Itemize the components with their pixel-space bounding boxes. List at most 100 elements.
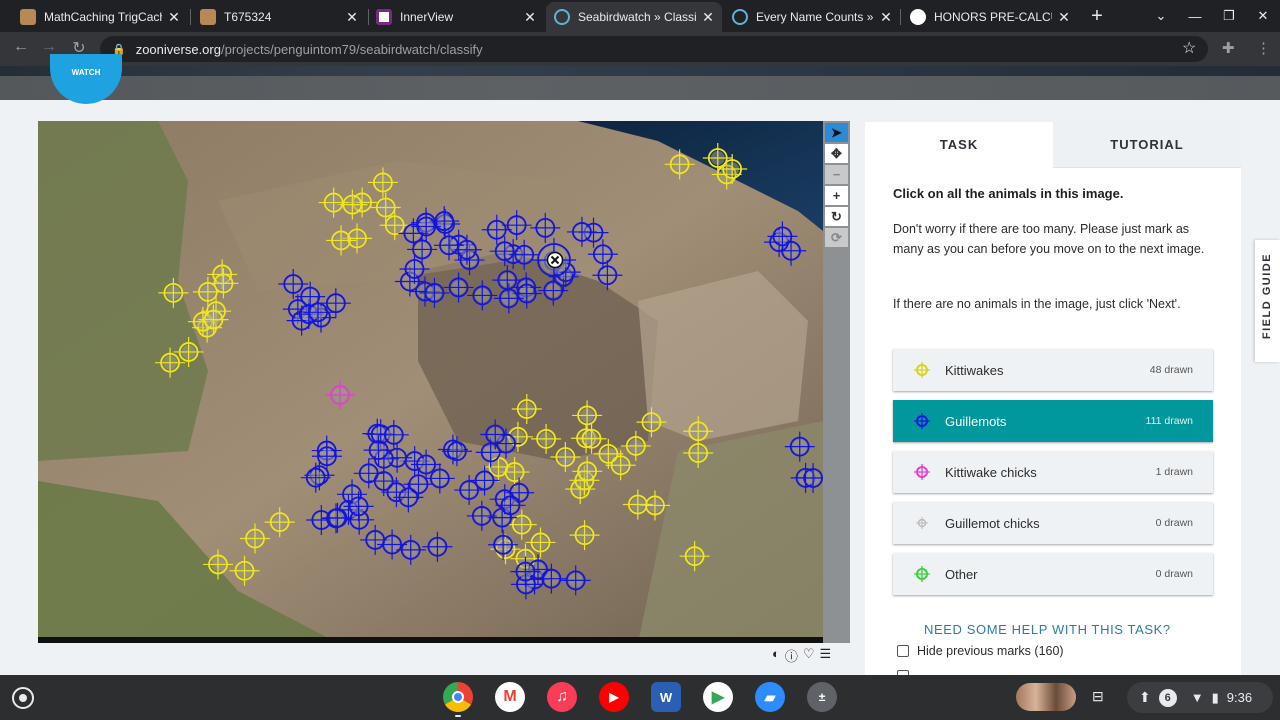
info-icon[interactable]: ⓘ xyxy=(785,646,798,665)
hide-marks-checkbox[interactable] xyxy=(897,645,909,657)
holding-space-icon[interactable]: ⊟ xyxy=(1092,688,1104,705)
task-panel: TASK TUTORIAL Click on all the animals i… xyxy=(865,122,1241,682)
browser-tab-honors-precalc[interactable]: HONORS PRE-CALCULU ✕ xyxy=(902,2,1078,32)
clock-time: 9:36 xyxy=(1226,690,1253,705)
browser-tab-seabirdwatch[interactable]: Seabirdwatch » Classif ✕ xyxy=(546,2,722,32)
back-icon[interactable]: ← xyxy=(10,38,32,56)
tab-title: T675324 xyxy=(224,10,272,24)
viewer-frame-bottom xyxy=(38,637,823,643)
cliff-photo[interactable] xyxy=(38,121,823,643)
choice-label: Guillemot chicks xyxy=(945,515,1040,531)
launcher-icon[interactable] xyxy=(12,687,34,709)
choice-kittiwakes[interactable]: Kittiwakes 48 drawn xyxy=(893,349,1213,391)
menu-icon[interactable]: ⋮ xyxy=(1256,39,1271,57)
task-tabs: TASK TUTORIAL xyxy=(865,122,1241,168)
document-favicon-icon xyxy=(200,9,216,25)
close-icon[interactable]: ✕ xyxy=(702,9,714,26)
browser-toolbar: ← → ↻ 🔒 zooniverse.org/projects/penguint… xyxy=(0,32,1280,66)
zooniverse-favicon-icon xyxy=(732,9,748,25)
gmail-icon[interactable]: M xyxy=(495,682,525,712)
new-tab-button[interactable]: + xyxy=(1086,5,1108,28)
crosshair-icon xyxy=(916,517,928,529)
choice-count: 48 drawn xyxy=(1149,364,1193,376)
word-icon[interactable]: W xyxy=(651,682,681,712)
tab-search-icon[interactable]: ⌄ xyxy=(1144,8,1178,24)
close-icon[interactable]: ✕ xyxy=(524,9,536,26)
wifi-icon: ▼ xyxy=(1190,690,1204,705)
choice-label: Guillemots xyxy=(945,413,1007,429)
tab-task[interactable]: TASK xyxy=(865,122,1053,168)
viewer-toolbar: ➤ ✥ − + ↻ ⟳ xyxy=(823,121,850,643)
youtube-icon[interactable]: ▶ xyxy=(599,682,629,712)
chrome-icon[interactable] xyxy=(443,682,473,712)
browser-tab-every-name-counts[interactable]: Every Name Counts » C ✕ xyxy=(724,2,900,32)
tab-title: Every Name Counts » C xyxy=(756,10,874,24)
extensions-icon[interactable]: ✚ xyxy=(1222,39,1235,57)
play-store-icon[interactable]: ▶ xyxy=(703,682,733,712)
logo-text: WATCH xyxy=(71,68,101,77)
rotate-icon[interactable]: ↻ xyxy=(825,207,848,226)
url-path: /projects/penguintom79/seabirdwatch/clas… xyxy=(220,41,483,57)
battery-icon: ▮ xyxy=(1211,689,1219,705)
choice-guillemot-chicks[interactable]: Guillemot chicks 0 drawn xyxy=(893,502,1213,544)
zoom-in-icon[interactable]: + xyxy=(825,186,848,205)
status-tray[interactable]: ⬆ 6 ▼ ▮ 9:36 xyxy=(1127,682,1273,713)
task-help-text: Don't worry if there are too many. Pleas… xyxy=(893,222,1205,256)
delete-mark-icon[interactable] xyxy=(546,251,564,269)
pan-icon[interactable]: ✥ xyxy=(825,144,848,163)
close-icon[interactable]: ✕ xyxy=(1058,9,1070,26)
choice-count: 0 drawn xyxy=(1155,568,1193,580)
invert-icon[interactable]: ◐ xyxy=(772,646,780,665)
address-bar[interactable]: 🔒 zooniverse.org/projects/penguintom79/s… xyxy=(100,36,1208,62)
tab-title: Seabirdwatch » Classif xyxy=(578,10,696,24)
avatar[interactable] xyxy=(1016,683,1076,711)
tab-title: HONORS PRE-CALCULU xyxy=(934,10,1052,24)
minimize-icon[interactable]: — xyxy=(1178,9,1212,24)
favorite-icon[interactable]: ♡ xyxy=(803,646,815,665)
site-header xyxy=(0,66,1280,100)
innerview-favicon-icon xyxy=(376,9,392,25)
field-guide-label: FIELD GUIDE xyxy=(1261,252,1273,340)
tab-title: InnerView xyxy=(400,10,454,24)
choice-other[interactable]: Other 0 drawn xyxy=(893,553,1213,595)
os-shelf: M ♫ ▶ W ▶ ▰ ± ⊟ ⬆ 6 ▼ ▮ 9:36 xyxy=(0,675,1280,720)
url-host: zooniverse.org xyxy=(135,41,221,57)
collections-icon[interactable]: ☰ xyxy=(820,646,832,665)
tab-tutorial[interactable]: TUTORIAL xyxy=(1053,122,1241,168)
need-help-link[interactable]: NEED SOME HELP WITH THIS TASK? xyxy=(924,622,1171,637)
choice-kittiwake-chicks[interactable]: Kittiwake chicks 1 drawn xyxy=(893,451,1213,493)
close-icon[interactable]: ✕ xyxy=(168,9,180,26)
pointer-icon[interactable]: ➤ xyxy=(825,123,848,142)
browser-tab-t675324[interactable]: T675324 ✕ xyxy=(192,2,366,32)
hide-marks-label: Hide previous marks (160) xyxy=(917,644,1064,658)
itunes-icon[interactable]: ♫ xyxy=(547,682,577,712)
restore-icon[interactable]: ❐ xyxy=(1212,8,1246,24)
task-question: Click on all the animals in this image. xyxy=(893,186,1124,201)
mathcaching-favicon-icon xyxy=(20,9,36,25)
choice-label: Kittiwake chicks xyxy=(945,464,1037,480)
close-icon[interactable]: ✕ xyxy=(346,9,358,26)
crosshair-icon xyxy=(914,362,930,378)
choice-count: 111 drawn xyxy=(1145,415,1193,427)
subject-image-viewer[interactable] xyxy=(38,121,823,643)
close-window-icon[interactable]: ✕ xyxy=(1246,8,1280,24)
update-icon: ⬆ xyxy=(1139,689,1151,705)
task-help-text-next: If there are no animals in the image, ju… xyxy=(893,297,1181,311)
hide-marks-checkbox-row[interactable]: Hide previous marks (160) xyxy=(897,644,1064,658)
crosshair-icon xyxy=(914,464,930,480)
browser-tab-strip: MathCaching TrigCach ✕ T675324 ✕ InnerVi… xyxy=(0,0,1280,32)
close-icon[interactable]: ✕ xyxy=(880,9,892,26)
zoom-out-icon[interactable]: − xyxy=(825,165,848,184)
calculator-icon[interactable]: ± xyxy=(807,682,837,712)
choice-label: Other xyxy=(945,566,978,582)
reset-icon[interactable]: ⟳ xyxy=(825,228,848,247)
schoology-favicon-icon xyxy=(910,9,926,25)
field-guide-tab[interactable]: FIELD GUIDE xyxy=(1255,240,1280,362)
zoom-icon[interactable]: ▰ xyxy=(755,682,785,712)
tab-title: MathCaching TrigCach xyxy=(44,10,162,24)
choice-label: Kittiwakes xyxy=(945,362,1004,378)
choice-guillemots[interactable]: Guillemots 111 drawn xyxy=(893,400,1213,442)
browser-tab-mathcaching[interactable]: MathCaching TrigCach ✕ xyxy=(12,2,188,32)
browser-tab-innerview[interactable]: InnerView ✕ xyxy=(368,2,544,32)
bookmark-star-icon[interactable]: ☆ xyxy=(1182,38,1196,58)
